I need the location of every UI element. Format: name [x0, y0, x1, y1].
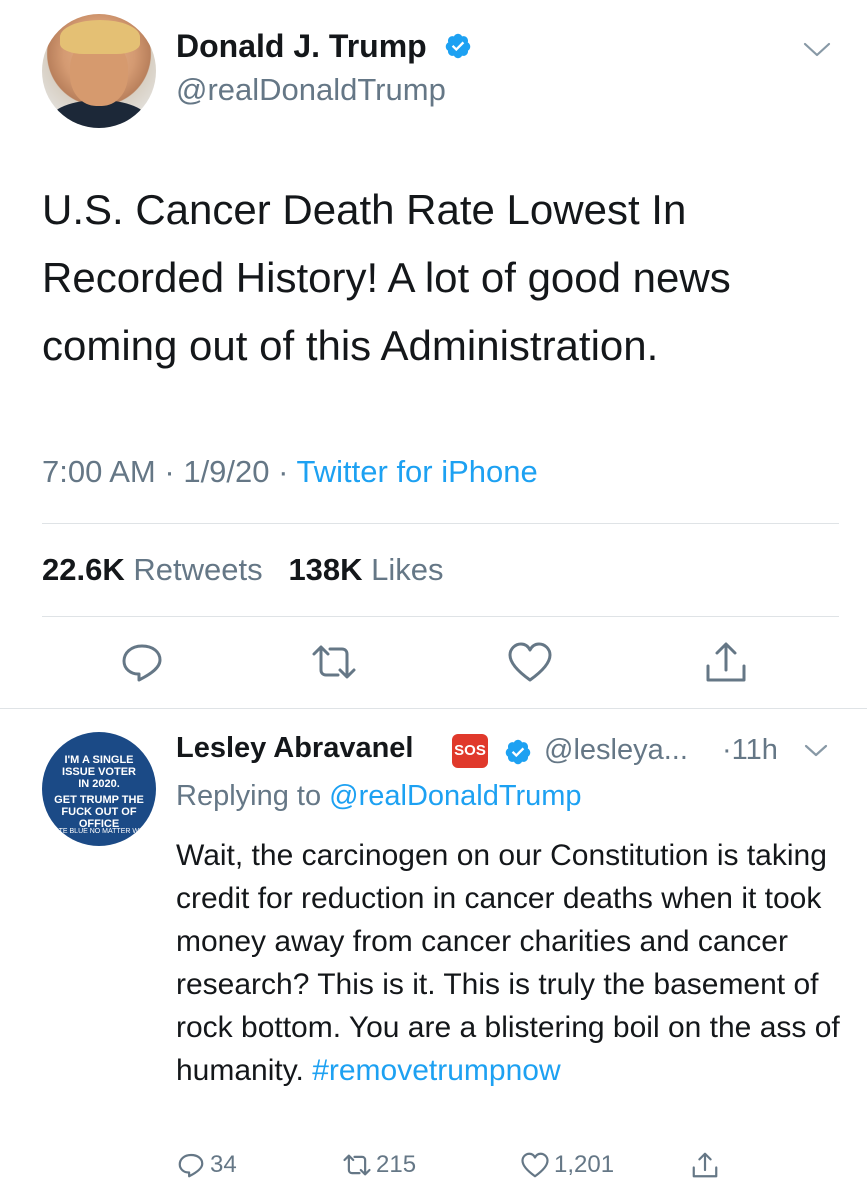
meta-separator: · — [278, 454, 289, 489]
avatar-badge-ring: VOTE BLUE NO MATTER WHO — [48, 828, 150, 835]
chevron-down-icon[interactable] — [803, 742, 829, 760]
tweet-time[interactable]: 7:00 AM — [42, 454, 156, 489]
verified-badge-icon — [505, 739, 531, 765]
retweet-icon — [343, 1154, 371, 1176]
main-tweet: Donald J. Trump @realDonaldTrump U.S. Ca… — [0, 0, 867, 710]
tweet-date[interactable]: 1/9/20 — [183, 454, 269, 489]
retweets-count: 22.6K — [42, 552, 125, 587]
avatar-badge-top: I'M A SINGLE ISSUE VOTER IN 2020. — [42, 754, 156, 790]
reply-icon — [122, 644, 162, 682]
replying-to-mention[interactable]: @realDonaldTrump — [329, 780, 581, 812]
badge-line: IN 2020. — [78, 778, 120, 790]
reply-author-avatar[interactable]: I'M A SINGLE ISSUE VOTER IN 2020. GET TR… — [42, 732, 156, 846]
reply-author-handle[interactable]: @lesleya... — [544, 734, 688, 767]
author-name[interactable]: Donald J. Trump — [176, 28, 427, 65]
reply-reply-button[interactable]: 34 — [176, 1150, 237, 1180]
hashtag-link[interactable]: #removetrumpnow — [312, 1054, 560, 1087]
divider — [42, 616, 839, 617]
like-icon — [508, 642, 552, 682]
share-icon — [706, 642, 746, 682]
reply-tweet[interactable]: I'M A SINGLE ISSUE VOTER IN 2020. GET TR… — [0, 710, 867, 1200]
like-count: 1,201 — [554, 1151, 615, 1178]
avatar-hair — [60, 20, 140, 54]
badge-line: FUCK OUT OF — [61, 806, 137, 818]
reply-author-name[interactable]: Lesley Abravanel — [176, 732, 414, 765]
tweet-timestamp: 7:00 AM · 1/9/20 · Twitter for iPhone — [42, 454, 538, 490]
tweet-text: U.S. Cancer Death Rate Lowest In Recorde… — [42, 186, 731, 369]
author-avatar[interactable] — [42, 14, 156, 128]
verified-badge-icon — [445, 33, 471, 59]
badge-line: GET TRUMP THE — [54, 794, 144, 806]
retweets-label: Retweets — [133, 552, 263, 587]
reply-text: Wait, the carcinogen on our Constitution… — [176, 834, 844, 1092]
likes-label: Likes — [371, 552, 444, 587]
replying-prefix: Replying to — [176, 780, 322, 812]
divider — [42, 523, 839, 524]
like-button[interactable] — [506, 640, 554, 684]
retweet-icon — [312, 645, 356, 679]
tweet-source[interactable]: Twitter for iPhone — [297, 454, 538, 489]
tweet-stats: 22.6K Retweets 138K Likes — [42, 552, 444, 588]
avatar-badge-bottom: GET TRUMP THE FUCK OUT OF OFFICE — [42, 794, 156, 830]
replying-to: Replying to @realDonaldTrump — [176, 780, 582, 813]
share-button[interactable] — [702, 640, 750, 684]
reply-like-button[interactable]: 1,201 — [520, 1150, 614, 1180]
likes-stat[interactable]: 138K Likes — [288, 552, 443, 587]
reply-timestamp[interactable]: ·11h — [722, 734, 778, 767]
chevron-down-icon[interactable] — [802, 40, 832, 60]
reply-share-button[interactable] — [690, 1150, 724, 1180]
reply-count: 34 — [210, 1151, 237, 1178]
reply-icon — [178, 1153, 204, 1178]
meta-separator: · — [164, 454, 175, 489]
likes-count: 138K — [288, 552, 363, 587]
sos-emoji-icon: SOS — [452, 734, 488, 768]
reply-retweet-button[interactable]: 215 — [342, 1150, 416, 1180]
badge-line: I'M A SINGLE — [64, 754, 134, 766]
section-divider — [0, 708, 867, 709]
like-icon — [521, 1152, 549, 1178]
badge-line: ISSUE VOTER — [62, 766, 136, 778]
author-handle[interactable]: @realDonaldTrump — [176, 72, 446, 108]
share-icon — [692, 1152, 718, 1178]
reply-body: Wait, the carcinogen on our Constitution… — [176, 839, 840, 1087]
retweet-button[interactable] — [310, 640, 358, 684]
retweets-stat[interactable]: 22.6K Retweets — [42, 552, 263, 587]
retweet-count: 215 — [376, 1151, 417, 1178]
reply-button[interactable] — [118, 640, 166, 684]
